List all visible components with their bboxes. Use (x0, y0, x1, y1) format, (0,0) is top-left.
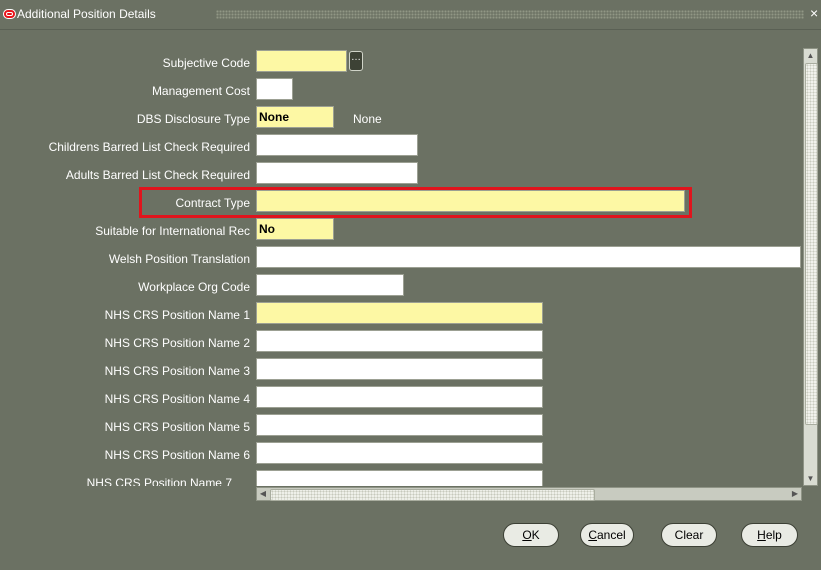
close-icon[interactable]: × (810, 5, 818, 21)
suitable-international-rec-field[interactable]: No (256, 218, 334, 240)
nhs-crs-position-name-5-field[interactable] (256, 414, 543, 436)
title-bar-pattern (216, 10, 804, 19)
window-title: Additional Position Details (17, 7, 156, 21)
help-label-rest: elp (765, 528, 782, 542)
adults-barred-list-label: Adults Barred List Check Required (65, 168, 250, 182)
window-bottom-border (0, 570, 821, 574)
cancel-mnemonic: C (588, 528, 597, 542)
subjective-code-field[interactable] (256, 50, 347, 72)
oracle-logo-icon (3, 9, 16, 19)
nhs-crs-position-name-3-field[interactable] (256, 358, 543, 380)
help-mnemonic: H (757, 528, 766, 542)
row-7-clip: NHS CRS Position Name 7 (0, 468, 803, 486)
horizontal-scroll-thumb[interactable] (270, 489, 595, 501)
nhs-crs-position-name-7-label: NHS CRS Position Name 7 (86, 476, 232, 486)
title-bar: Additional Position Details × (0, 0, 821, 30)
contract-type-label: Contract Type (175, 196, 250, 210)
childrens-barred-list-field[interactable] (256, 134, 418, 156)
dbs-disclosure-type-field[interactable]: None (256, 106, 334, 128)
nhs-crs-position-name-4-label: NHS CRS Position Name 4 (104, 392, 250, 406)
vertical-scroll-thumb[interactable] (805, 63, 818, 425)
nhs-crs-position-name-1-label: NHS CRS Position Name 1 (104, 308, 250, 322)
ok-mnemonic: O (522, 528, 532, 542)
vertical-scrollbar[interactable]: ▲ ▼ (803, 48, 818, 486)
contract-type-field[interactable] (256, 190, 685, 212)
dbs-disclosure-type-label: DBS Disclosure Type (136, 112, 250, 126)
nhs-crs-position-name-2-field[interactable] (256, 330, 543, 352)
suitable-international-rec-label: Suitable for International Rec (95, 224, 250, 238)
management-cost-label: Management Cost (151, 84, 250, 98)
cancel-button[interactable]: Cancel (580, 523, 634, 547)
dbs-disclosure-type-description: None (353, 112, 382, 126)
workplace-org-code-label: Workplace Org Code (138, 280, 250, 294)
clear-button[interactable]: Clear (661, 523, 717, 547)
nhs-crs-position-name-2-label: NHS CRS Position Name 2 (104, 336, 250, 350)
scroll-up-arrow-icon[interactable]: ▲ (804, 49, 817, 62)
help-button[interactable]: Help (741, 523, 798, 547)
lov-button[interactable]: … (349, 51, 363, 71)
childrens-barred-list-label: Childrens Barred List Check Required (48, 140, 250, 154)
scroll-left-arrow-icon[interactable]: ◀ (257, 488, 269, 500)
horizontal-scrollbar[interactable]: ◀ ▶ (256, 487, 802, 501)
welsh-position-translation-field[interactable] (256, 246, 801, 268)
scroll-right-arrow-icon[interactable]: ▶ (789, 488, 801, 500)
management-cost-field[interactable] (256, 78, 293, 100)
nhs-crs-position-name-6-label: NHS CRS Position Name 6 (104, 448, 250, 462)
nhs-crs-position-name-3-label: NHS CRS Position Name 3 (104, 364, 250, 378)
nhs-crs-position-name-4-field[interactable] (256, 386, 543, 408)
welsh-position-translation-label: Welsh Position Translation (108, 252, 250, 266)
workplace-org-code-field[interactable] (256, 274, 404, 296)
ok-label-rest: K (531, 528, 540, 542)
subjective-code-label: Subjective Code (162, 56, 250, 70)
nhs-crs-position-name-7-field[interactable] (256, 470, 543, 486)
ok-button[interactable]: OK (503, 523, 559, 547)
nhs-crs-position-name-1-field[interactable] (256, 302, 543, 324)
nhs-crs-position-name-6-field[interactable] (256, 442, 543, 464)
adults-barred-list-field[interactable] (256, 162, 418, 184)
scroll-down-arrow-icon[interactable]: ▼ (804, 472, 817, 485)
nhs-crs-position-name-5-label: NHS CRS Position Name 5 (104, 420, 250, 434)
cancel-label-rest: ancel (596, 528, 626, 542)
